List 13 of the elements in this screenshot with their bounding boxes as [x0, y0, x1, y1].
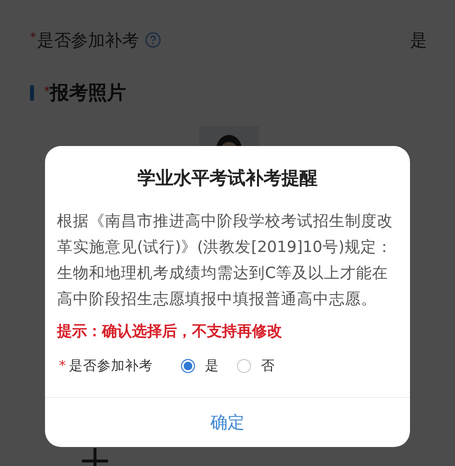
required-mark: * — [59, 358, 66, 374]
dialog-title: 学业水平考试补考提醒 — [136, 167, 318, 190]
required-mark: * — [30, 30, 36, 44]
section-title: 报考照片 — [50, 81, 126, 106]
radio-option[interactable]: 否 — [236, 357, 275, 375]
radio-option[interactable]: 是 — [180, 357, 219, 375]
warning-text: 提示：确认选择后，不支持再修改 — [57, 322, 283, 341]
field-label: 是否参加补考 — [37, 30, 139, 52]
confirm-button[interactable]: 确定 — [45, 397, 410, 447]
field-value: 是 — [410, 30, 427, 52]
question-label: 是否参加补考 — [68, 357, 153, 375]
required-mark: * — [44, 84, 50, 98]
dialog-message: 根据《南昌市推进高中阶段学校考试招生制度改革实施意见(试行)》(洪教发[2019]10号)规定：生物和地理机考成绩均需达到C等及以上才能在高中阶段招生志愿填报中填报普通高中志愿。 — [57, 211, 394, 310]
